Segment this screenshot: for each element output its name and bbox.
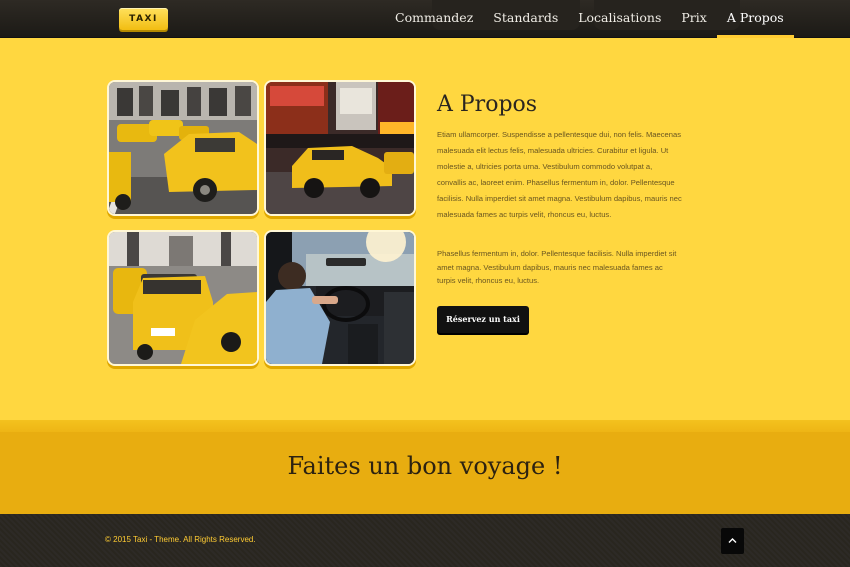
about-title: A Propos	[437, 92, 538, 117]
copyright-text: © 2015 Taxi - Theme. All Rights Reserved…	[105, 535, 256, 544]
about-paragraph: Phasellus fermentum in, dolor. Pellentes…	[437, 249, 677, 285]
taxi-traffic-photo	[109, 232, 257, 364]
site-header: TAXI Commandez Standards Localisations P…	[0, 0, 850, 38]
driver-interior-photo	[266, 232, 414, 364]
times-square-taxi-photo	[266, 82, 414, 214]
nav-item-prix[interactable]: Prix	[671, 0, 716, 38]
nav-item-localisations[interactable]: Localisations	[568, 0, 671, 38]
nav-item-commandez[interactable]: Commandez	[385, 0, 483, 38]
about-paragraph: Etiam ullamcorper. Suspendisse a pellent…	[437, 130, 682, 219]
main-nav: Commandez Standards Localisations Prix A…	[385, 0, 794, 38]
back-to-top-button[interactable]	[721, 528, 744, 554]
banner: Faites un bon voyage !	[0, 432, 850, 514]
nav-item-standards[interactable]: Standards	[483, 0, 568, 38]
banner-edge	[0, 420, 850, 432]
taxi-logo[interactable]: TAXI	[119, 8, 168, 30]
site-footer: © 2015 Taxi - Theme. All Rights Reserved…	[0, 514, 850, 567]
taxi-street-photo	[109, 82, 257, 214]
chevron-up-icon	[728, 538, 737, 543]
reserve-taxi-button[interactable]: Réservez un taxi	[437, 306, 529, 333]
nav-item-a-propos[interactable]: A Propos	[716, 0, 794, 38]
banner-text: Faites un bon voyage !	[287, 452, 563, 480]
